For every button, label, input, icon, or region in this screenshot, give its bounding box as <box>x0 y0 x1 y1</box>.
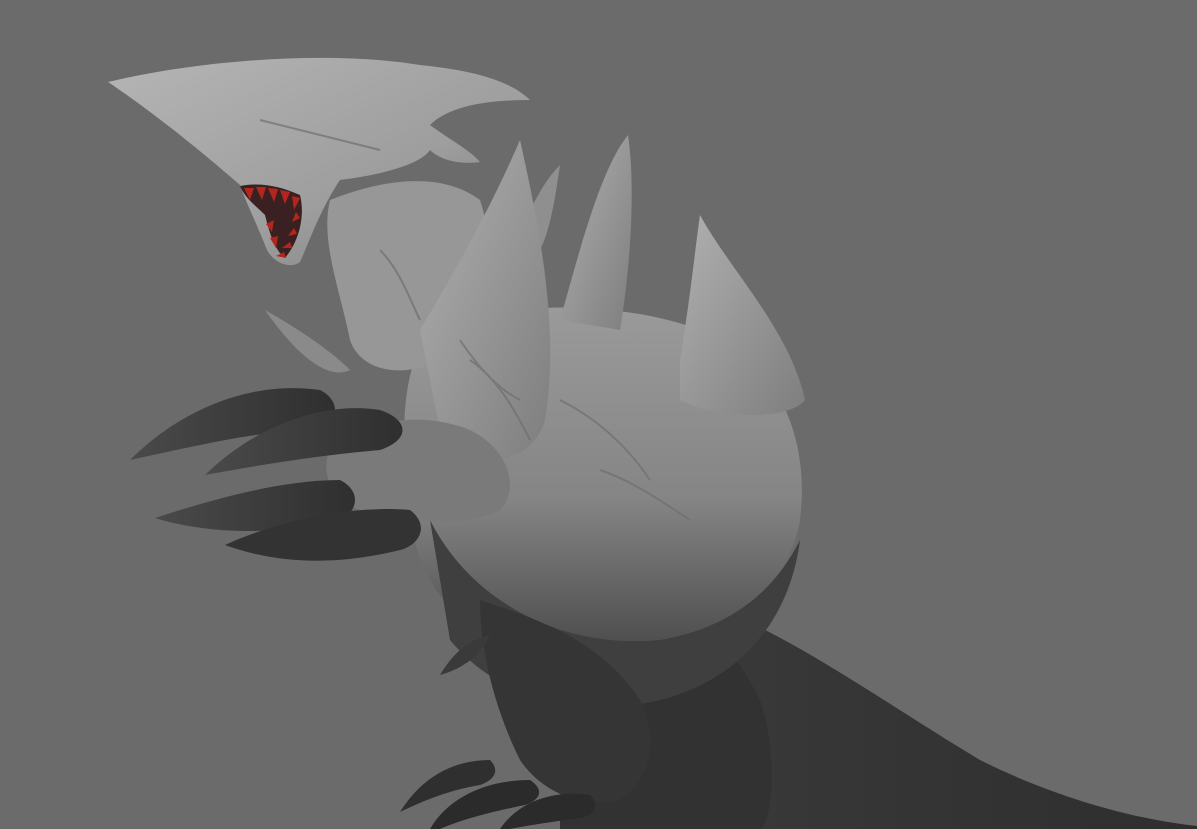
sculpted-monster-model[interactable] <box>0 0 1197 829</box>
back-spike-tall <box>560 135 632 330</box>
chest-spike <box>265 310 350 373</box>
3d-viewport[interactable] <box>0 0 1197 829</box>
back-spike-right <box>680 215 805 415</box>
